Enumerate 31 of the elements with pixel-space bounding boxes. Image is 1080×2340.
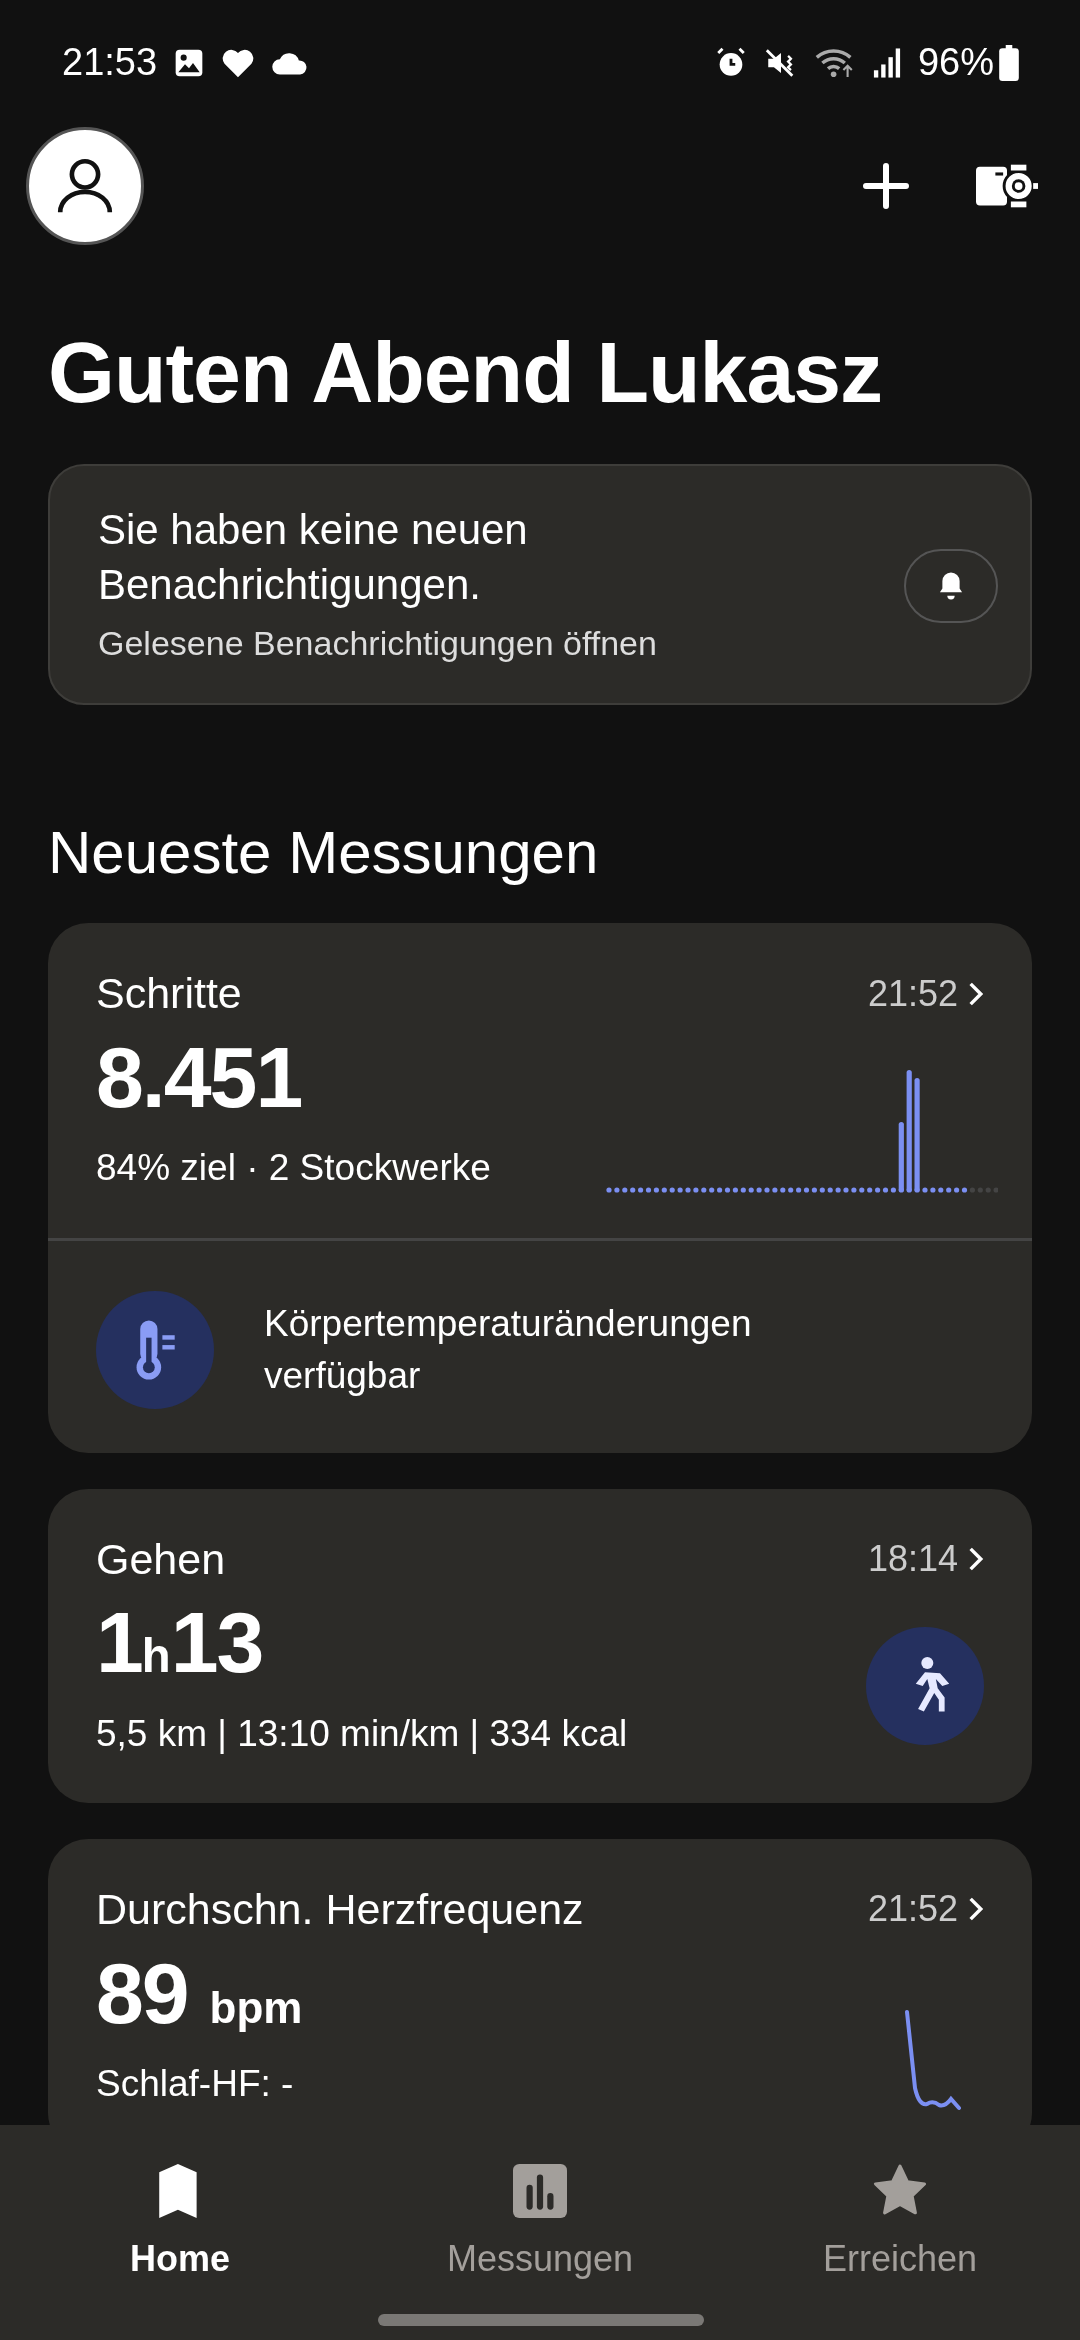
- notification-message: Sie haben keine neuen Benachrichtigungen.: [98, 504, 529, 611]
- measurement-time: 18:14: [867, 1537, 958, 1581]
- measurement-value: 89: [96, 1944, 188, 2041]
- measurement-detail: 84% ziel · 2 Stockwerke: [96, 1146, 492, 1191]
- greeting-title: Guten Abend Lukasz: [48, 325, 884, 420]
- nav-tab[interactable]: Home: [30, 2163, 330, 2340]
- measurement-card[interactable]: Durchschn. Herzfrequenz 21:52 89 bpm Schlaf-HF: -: [48, 1839, 1032, 2125]
- measurement-time: 21:52: [867, 1887, 958, 1932]
- bar-chart-icon: [513, 2164, 567, 2218]
- bell-button[interactable]: [904, 548, 998, 623]
- temperature-message: Körpertemperaturänderungen verfügbar: [264, 1301, 753, 1398]
- read-notifications-link[interactable]: Gelesene Benachrichtigungen öffnen: [98, 618, 904, 670]
- measurement-time: 21:52: [867, 971, 958, 1016]
- card-title: Schritte: [96, 968, 242, 1020]
- status-time: 21:53: [62, 40, 158, 85]
- step-bar: [898, 1121, 904, 1192]
- plus-icon[interactable]: [862, 162, 910, 210]
- battery-percent: 96%: [917, 40, 994, 85]
- nav-tab[interactable]: Erreichen: [750, 2163, 1050, 2340]
- section-title: Neueste Messungen: [48, 818, 600, 889]
- card-title: Durchschn. Herzfrequenz: [96, 1884, 584, 1936]
- measurement-detail: Schlaf-HF: -: [96, 2061, 295, 2106]
- measurement-value: 8.451: [96, 1031, 303, 1123]
- card-title: Gehen: [96, 1533, 226, 1585]
- unit-label: bpm: [209, 1982, 303, 2032]
- battery-icon: [998, 44, 1020, 81]
- measurement-card[interactable]: Schritte 21:52 8.451 84% ziel · 2 Stockwerke Körpertemperaturänderungen verfügbar: [48, 923, 1032, 1453]
- signal-icon: [871, 46, 902, 79]
- watch-device-icon[interactable]: [976, 162, 1038, 210]
- measurement-detail: 5,5 km | 13:10 min/km | 334 kcal: [96, 1711, 629, 1756]
- notification-card[interactable]: Sie haben keine neuen Benachrichtigungen. Gelesene Benachrichtigungen öffnen: [48, 463, 1032, 706]
